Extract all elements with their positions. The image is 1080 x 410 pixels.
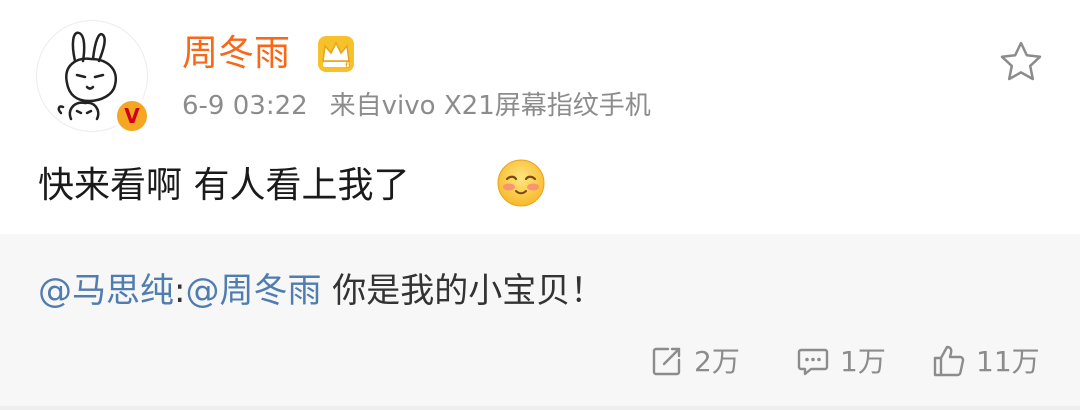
svg-text:6: 6 — [345, 61, 351, 71]
verified-v-icon: V — [119, 103, 145, 129]
post-text: 快来看啊 有人看上我了 — [38, 165, 410, 206]
bottom-divider — [0, 406, 1080, 410]
comment-count: 1万 — [840, 345, 886, 378]
share-edit-icon — [652, 347, 681, 376]
verified-badge: V — [114, 98, 150, 134]
post-meta: 6-9 03:22 来自vivo X21屏幕指纹手机 — [182, 86, 651, 126]
mention-user-link[interactable]: @马思纯 — [38, 271, 174, 311]
post-source: 来自vivo X21屏幕指纹手机 — [329, 91, 651, 121]
post-time: 6-9 03:22 — [182, 91, 308, 121]
blush-smile-emoji-icon — [497, 159, 545, 207]
weibo-post-card: V 周冬雨 6 6-9 03:22 来自vivo X21屏幕指纹手机 快来看啊 有… — [0, 0, 1080, 410]
thumbs-up-icon — [933, 345, 965, 377]
repost-box[interactable]: @马思纯:@周冬雨 你是我的小宝贝！ 2万 1万 11万 — [0, 234, 1080, 410]
star-icon[interactable] — [998, 40, 1044, 82]
comment-icon — [797, 348, 829, 376]
author-name[interactable]: 周冬雨 — [182, 30, 290, 78]
repost-text: @马思纯:@周冬雨 你是我的小宝贝！ — [38, 266, 604, 316]
repost-separator: : — [174, 271, 186, 311]
repost-message: 你是我的小宝贝！ — [321, 271, 605, 311]
mention-target-link[interactable]: @周冬雨 — [185, 271, 321, 311]
like-count: 11万 — [976, 345, 1040, 378]
crown-icon[interactable]: 6 — [316, 34, 356, 74]
repost-count: 2万 — [694, 345, 740, 378]
